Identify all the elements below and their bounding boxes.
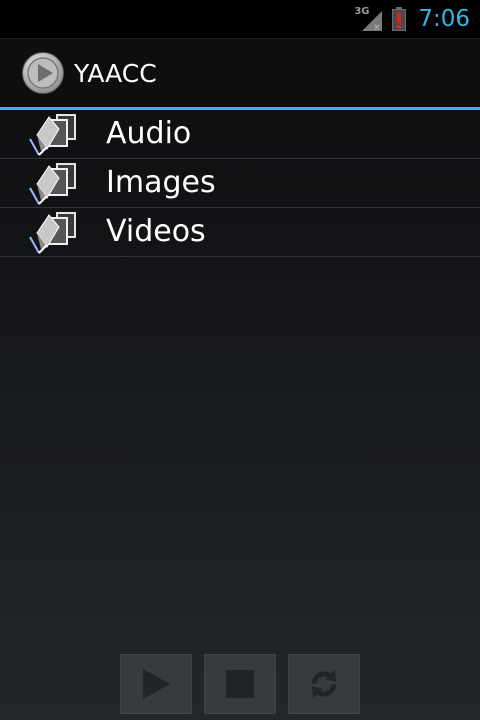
stop-button[interactable] — [204, 654, 276, 714]
content-list: Audio Images Videos — [0, 110, 480, 257]
status-bar: 3G × 7:06 — [0, 0, 480, 39]
app-title: YAACC — [74, 59, 157, 88]
folder-items-icon — [27, 111, 79, 157]
screen: 3G × 7:06 YAACC Audio Images Videos — [0, 0, 480, 720]
battery-alert-icon — [392, 7, 407, 31]
play-circle-icon[interactable] — [21, 51, 65, 95]
sync-button[interactable] — [288, 654, 360, 714]
list-item-images[interactable]: Images — [0, 159, 480, 208]
signal-icon: 3G × — [354, 6, 384, 32]
list-item-label: Images — [106, 165, 216, 200]
list-item-audio[interactable]: Audio — [0, 110, 480, 159]
play-button[interactable] — [120, 654, 192, 714]
playback-controls — [120, 654, 360, 716]
folder-items-icon — [27, 209, 79, 255]
action-bar: YAACC — [0, 39, 480, 110]
clock: 7:06 — [418, 6, 470, 32]
list-item-label: Audio — [106, 116, 192, 151]
svg-text:×: × — [373, 23, 381, 32]
list-item-label: Videos — [106, 214, 206, 249]
status-icons: 3G × 7:06 — [354, 0, 470, 38]
folder-items-icon — [27, 160, 79, 206]
list-item-videos[interactable]: Videos — [0, 208, 480, 257]
